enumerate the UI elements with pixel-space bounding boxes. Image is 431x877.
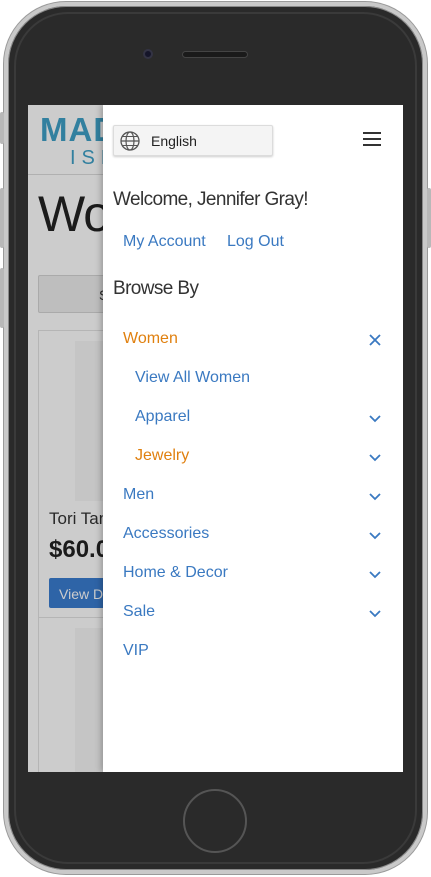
home-button[interactable] [183, 789, 247, 853]
browse-by-heading: Browse By [113, 278, 199, 299]
mute-switch [0, 112, 4, 144]
chevron-down-icon[interactable] [367, 605, 383, 621]
nav-item-sale[interactable]: Sale [103, 593, 403, 632]
nav-item-view-all-women[interactable]: View All Women [103, 359, 403, 398]
nav-item-label: Home & Decor [123, 564, 228, 581]
chevron-down-icon[interactable] [367, 449, 383, 465]
nav-item-label: View All Women [135, 369, 251, 386]
nav-item-label: Men [123, 486, 155, 503]
chevron-down-icon[interactable] [367, 488, 383, 504]
nav-item-label: VIP [123, 642, 149, 659]
language-selector[interactable]: English [113, 125, 273, 156]
chevron-down-icon[interactable] [367, 566, 383, 582]
nav-item-apparel[interactable]: Apparel [103, 398, 403, 437]
phone-screen: MAD ISL Wo S Tori Tan $60.0 View D Engli… [28, 105, 403, 772]
volume-down-button [0, 268, 4, 328]
close-icon[interactable] [367, 332, 383, 348]
globe-icon [120, 130, 140, 151]
nav-item-home-and-decor[interactable]: Home & Decor [103, 554, 403, 593]
nav-item-label: Women [123, 330, 178, 347]
nav-item-women[interactable]: Women [103, 320, 403, 359]
hamburger-icon[interactable] [363, 132, 383, 148]
front-camera [143, 49, 153, 59]
nav-item-jewelry[interactable]: Jewelry [103, 437, 403, 476]
nav-item-vip[interactable]: VIP [103, 632, 403, 671]
my-account-link[interactable]: My Account [123, 233, 206, 251]
nav-item-label: Accessories [123, 525, 210, 542]
earpiece-speaker [182, 51, 248, 58]
navigation-drawer: English Welcome, Jennifer Gray! My Accou… [103, 105, 403, 772]
log-out-link[interactable]: Log Out [227, 233, 284, 251]
language-label: English [151, 132, 197, 149]
welcome-message: Welcome, Jennifer Gray! [113, 189, 309, 210]
nav-item-men[interactable]: Men [103, 476, 403, 515]
nav-item-label: Sale [123, 603, 156, 620]
nav-item-label: Apparel [135, 408, 191, 425]
nav-item-accessories[interactable]: Accessories [103, 515, 403, 554]
chevron-down-icon[interactable] [367, 527, 383, 543]
nav-item-label: Jewelry [135, 447, 190, 464]
power-button [427, 188, 431, 248]
chevron-down-icon[interactable] [367, 410, 383, 426]
volume-up-button [0, 188, 4, 248]
